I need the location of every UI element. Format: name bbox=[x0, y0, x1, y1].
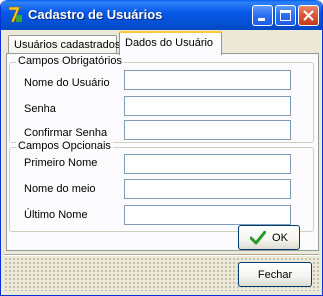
last-name-label: Último Nome bbox=[24, 209, 88, 221]
minimize-button[interactable] bbox=[252, 5, 273, 26]
check-icon bbox=[250, 230, 267, 244]
first-name-input[interactable] bbox=[124, 154, 291, 174]
tab-dados-do-usuario[interactable]: Dados do Usuário bbox=[119, 31, 222, 55]
main-window: Cadastro de Usuários Usuários cadastrado… bbox=[0, 0, 323, 296]
username-label: Nome do Usuário bbox=[24, 77, 110, 89]
optional-fields-group: Campos Opcionais Primeiro Nome Nome do m… bbox=[9, 140, 314, 232]
tab-label: Usuários cadastrados bbox=[14, 39, 121, 51]
maximize-button[interactable] bbox=[275, 5, 296, 26]
close-button[interactable] bbox=[298, 5, 319, 26]
close-icon bbox=[303, 10, 314, 21]
last-name-input[interactable] bbox=[124, 205, 291, 225]
password-label: Senha bbox=[24, 103, 56, 115]
password-input[interactable] bbox=[124, 96, 291, 116]
maximize-icon bbox=[280, 10, 291, 21]
tab-label: Dados do Usuário bbox=[125, 37, 214, 49]
first-name-label: Primeiro Nome bbox=[24, 157, 98, 169]
ok-label: OK bbox=[272, 231, 288, 244]
tab-panel: Campos Obrigatórios Nome do Usuário Senh… bbox=[6, 53, 319, 251]
minimize-icon bbox=[258, 18, 265, 21]
group-caption: Campos Obrigatórios bbox=[16, 55, 124, 67]
title-bar[interactable]: Cadastro de Usuários bbox=[1, 0, 322, 30]
group-caption: Campos Opcionais bbox=[16, 140, 113, 152]
confirm-password-input[interactable] bbox=[124, 120, 291, 140]
close-dialog-button[interactable]: Fechar bbox=[238, 262, 312, 287]
middle-name-label: Nome do meio bbox=[24, 183, 96, 195]
window-title: Cadastro de Usuários bbox=[28, 7, 163, 22]
username-input[interactable] bbox=[124, 70, 291, 90]
required-fields-group: Campos Obrigatórios Nome do Usuário Senh… bbox=[9, 55, 314, 143]
ok-button[interactable]: OK bbox=[238, 225, 300, 250]
confirm-password-label: Confirmar Senha bbox=[24, 127, 108, 139]
middle-name-input[interactable] bbox=[124, 179, 291, 199]
tab-usuarios-cadastrados[interactable]: Usuários cadastrados bbox=[8, 35, 121, 54]
app-icon bbox=[8, 6, 22, 23]
separator bbox=[4, 254, 319, 256]
close-label: Fechar bbox=[257, 268, 293, 281]
